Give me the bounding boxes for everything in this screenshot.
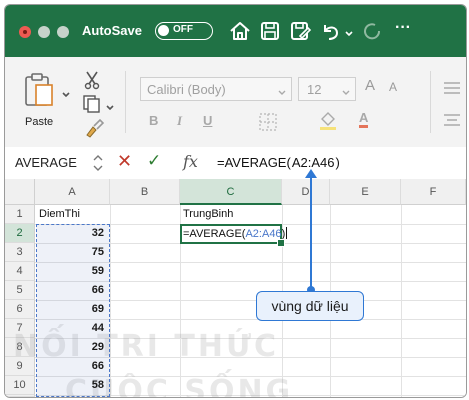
- row-header-7[interactable]: 7: [5, 319, 35, 338]
- row-header-4[interactable]: 4: [5, 262, 35, 281]
- close-window-button[interactable]: [19, 26, 31, 38]
- fill-color-icon[interactable]: [317, 109, 339, 131]
- autosave-label: AutoSave: [82, 23, 142, 38]
- column-header-d[interactable]: D: [282, 179, 330, 205]
- cell-a1[interactable]: DiemThi: [39, 205, 80, 224]
- column-header-e[interactable]: E: [330, 179, 401, 205]
- cell-a11[interactable]: 72: [36, 395, 110, 397]
- cell-c1[interactable]: TrungBinh: [183, 205, 233, 224]
- more-icon[interactable]: ···: [395, 19, 421, 45]
- cell-formula-prefix: =AVERAGE(: [183, 228, 246, 240]
- ribbon: Paste Calibri (Body) 12 A A B I U A: [5, 57, 466, 148]
- zoom-window-button[interactable]: [57, 26, 69, 38]
- cell-a5[interactable]: 66: [36, 281, 110, 300]
- cell-a8[interactable]: 29: [36, 338, 110, 357]
- paste-label: Paste: [25, 116, 54, 128]
- cell-c2-formula[interactable]: =AVERAGE(A2:A46): [183, 225, 288, 244]
- row-header-9[interactable]: 9: [5, 357, 35, 376]
- align-center-icon[interactable]: [441, 109, 463, 131]
- home-icon[interactable]: [227, 18, 253, 44]
- font-size-value: 12: [307, 82, 322, 97]
- bold-button[interactable]: B: [149, 113, 158, 128]
- column-header-f[interactable]: F: [401, 179, 466, 205]
- align-icon[interactable]: [441, 77, 463, 99]
- grow-font-button[interactable]: A: [365, 77, 375, 94]
- cut-icon[interactable]: [81, 69, 103, 91]
- row-header-11[interactable]: [5, 395, 35, 397]
- row-header-5[interactable]: 5: [5, 281, 35, 300]
- redo-icon[interactable]: [359, 18, 385, 44]
- title-bar: AutoSave OFF ···: [5, 5, 466, 57]
- font-size-dropdown[interactable]: 12: [298, 77, 356, 101]
- undo-chevron-down-icon[interactable]: [344, 26, 354, 37]
- row-header-3[interactable]: 3: [5, 243, 35, 262]
- name-box[interactable]: AVERAGE: [15, 155, 77, 170]
- cell-a10[interactable]: 58: [36, 376, 110, 395]
- ribbon-separator: [430, 71, 431, 133]
- enter-formula-icon[interactable]: ✓: [147, 151, 161, 171]
- gridline: [401, 205, 402, 397]
- save-as-icon[interactable]: [287, 18, 313, 44]
- font-color-button[interactable]: A: [359, 111, 369, 128]
- font-chevron-down-icon: [278, 85, 286, 95]
- formula-bar: AVERAGE ✕ ✓ fx =AVERAGE(A2:A46): [5, 147, 466, 180]
- cell-a7[interactable]: 44: [36, 319, 110, 338]
- toggle-knob: [158, 25, 169, 36]
- font-name-value: Calibri (Body): [147, 82, 226, 97]
- row-header-10[interactable]: 10: [5, 376, 35, 395]
- text-caret: [286, 227, 288, 239]
- row-header-2[interactable]: 2: [5, 224, 35, 243]
- minimize-window-button[interactable]: [38, 26, 50, 38]
- row-header-1[interactable]: 1: [5, 205, 35, 224]
- autosave-toggle[interactable]: OFF: [155, 22, 213, 40]
- column-header-c[interactable]: C: [180, 179, 282, 205]
- excel-window: AutoSave OFF ··· Paste Calibri (Body) 12…: [4, 4, 467, 398]
- row-header-6[interactable]: 6: [5, 300, 35, 319]
- insert-function-button[interactable]: fx: [183, 152, 198, 171]
- cancel-formula-icon[interactable]: ✕: [117, 151, 132, 172]
- cell-a4[interactable]: 59: [36, 262, 110, 281]
- borders-icon[interactable]: [257, 111, 279, 133]
- cell-a3[interactable]: 75: [36, 243, 110, 262]
- cell-a9[interactable]: 66: [36, 357, 110, 376]
- column-header-b[interactable]: B: [110, 179, 180, 205]
- autosave-state: OFF: [173, 24, 193, 35]
- cell-a6[interactable]: 69: [36, 300, 110, 319]
- undo-icon[interactable]: [317, 18, 343, 44]
- ribbon-separator: [125, 71, 126, 133]
- select-all-corner[interactable]: [5, 179, 35, 205]
- shrink-font-button[interactable]: A: [389, 80, 397, 94]
- formula-input[interactable]: =AVERAGE(A2:A46): [217, 155, 340, 170]
- row-header-8[interactable]: 8: [5, 338, 35, 357]
- italic-button[interactable]: I: [177, 113, 182, 129]
- underline-button[interactable]: U: [203, 113, 212, 128]
- callout-arrow-line: [310, 172, 312, 290]
- copy-chevron-down-icon[interactable]: [105, 100, 115, 111]
- formula-prefix: =AVERAGE(: [217, 155, 291, 170]
- copy-icon[interactable]: [81, 93, 103, 115]
- format-painter-icon[interactable]: [83, 117, 105, 139]
- cell-a2[interactable]: 32: [36, 224, 110, 243]
- data-range-callout: vùng dữ liệu: [256, 291, 364, 321]
- formula-suffix: ): [335, 155, 340, 170]
- fill-handle[interactable]: [277, 239, 285, 247]
- name-box-stepper-icon[interactable]: [87, 152, 109, 174]
- callout-arrow-head: [305, 169, 317, 178]
- paste-chevron-down-icon[interactable]: [61, 87, 71, 98]
- size-chevron-down-icon: [342, 85, 350, 95]
- gridline: [110, 205, 111, 397]
- save-icon[interactable]: [257, 18, 283, 44]
- font-name-dropdown[interactable]: Calibri (Body): [140, 77, 292, 101]
- worksheet-grid[interactable]: A B C D E F 1 2 3 4 5 6 7 8 9 10 NỐI TRI…: [5, 169, 466, 397]
- column-header-a[interactable]: A: [35, 179, 110, 205]
- paste-icon[interactable]: [23, 71, 59, 111]
